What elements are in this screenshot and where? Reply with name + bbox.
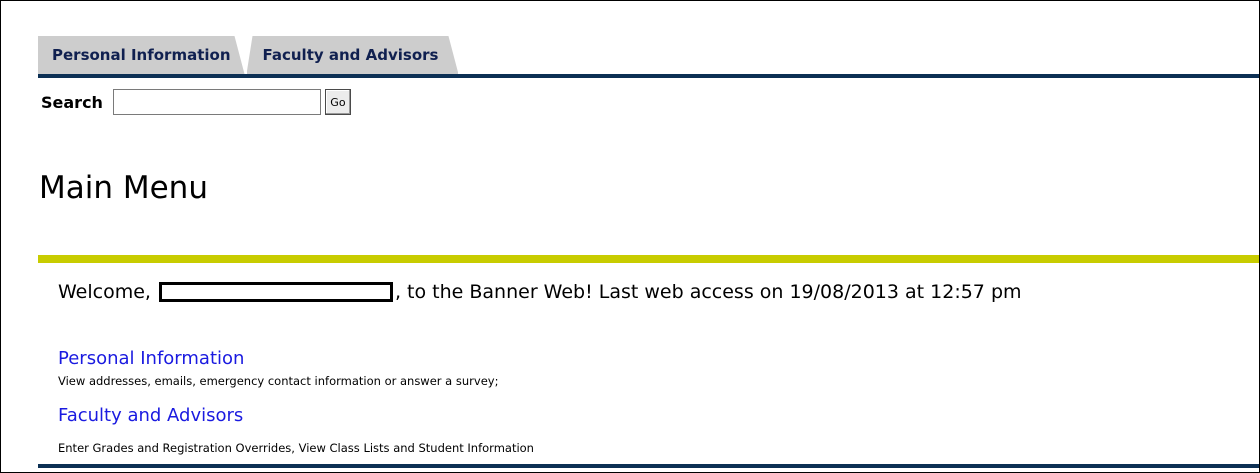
search-label: Search <box>41 92 103 112</box>
footer-divider <box>38 464 1259 468</box>
tab-faculty-and-advisors[interactable]: Faculty and Advisors <box>247 36 459 74</box>
welcome-prefix: Welcome, <box>58 281 151 303</box>
menu-link-personal-information[interactable]: Personal Information <box>58 348 244 369</box>
welcome-suffix: , to the Banner Web! Last web access on … <box>394 281 1022 303</box>
menu-description-personal-information: View addresses, emails, emergency contac… <box>58 374 499 388</box>
title-divider <box>38 255 1259 263</box>
menu-description-faculty-and-advisors: Enter Grades and Registration Overrides,… <box>58 441 534 455</box>
page-title: Main Menu <box>39 170 208 206</box>
tab-label: Faculty and Advisors <box>262 46 439 64</box>
go-button[interactable]: Go <box>324 89 351 115</box>
tab-label: Personal Information <box>52 46 231 64</box>
welcome-message: Welcome, , to the Banner Web! Last web a… <box>58 281 1022 303</box>
redacted-username <box>158 282 393 302</box>
search-bar: Search Go <box>41 89 351 115</box>
banner-web-page: Personal Information Faculty and Advisor… <box>0 0 1260 473</box>
tab-personal-information[interactable]: Personal Information <box>38 36 245 74</box>
menu-link-faculty-and-advisors[interactable]: Faculty and Advisors <box>58 405 243 426</box>
search-input[interactable] <box>112 89 321 115</box>
main-tab-bar: Personal Information Faculty and Advisor… <box>38 36 460 74</box>
tab-divider <box>38 74 1259 78</box>
